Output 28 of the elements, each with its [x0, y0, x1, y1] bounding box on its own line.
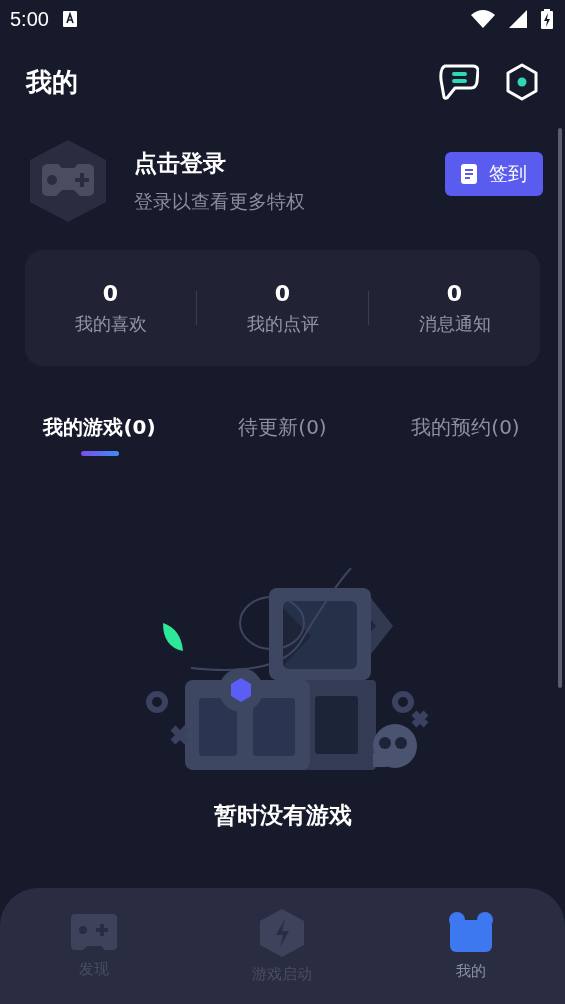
tab[interactable]: 我的预约(0): [411, 414, 520, 441]
avatar-icon: [30, 140, 106, 222]
settings-icon[interactable]: [505, 63, 539, 101]
status-time: 5:00: [10, 7, 49, 31]
wifi-icon: [471, 10, 495, 28]
message-icon[interactable]: [439, 64, 479, 100]
keyboard-icon: [62, 11, 77, 27]
tab-indicator: [80, 451, 119, 456]
tab[interactable]: 待更新(0): [238, 414, 327, 441]
signal-icon: [509, 10, 527, 28]
document-icon: [461, 164, 477, 184]
nav-item[interactable]: 我的: [376, 888, 565, 1004]
stat-value[interactable]: 0: [446, 280, 463, 306]
battery-icon: [541, 9, 553, 29]
lightning-icon: [260, 908, 305, 957]
page-title: 我的: [26, 65, 78, 99]
stat-value[interactable]: 0: [274, 280, 291, 306]
checkin-button[interactable]: 签到: [445, 152, 543, 196]
empty-message: 暂时没有游戏: [212, 801, 353, 830]
stat-label[interactable]: 我的点评: [246, 311, 319, 336]
stat-label[interactable]: 我的喜欢: [74, 311, 147, 336]
login-subtitle: 登录以查看更多特权: [134, 188, 305, 214]
login-prompt[interactable]: 点击登录: [134, 147, 305, 179]
gamepad-icon: [71, 913, 118, 952]
stat-label[interactable]: 消息通知: [418, 311, 491, 336]
tab[interactable]: 我的游戏(0): [43, 414, 156, 441]
stat-value[interactable]: 0: [102, 280, 119, 306]
profile-icon: [447, 911, 494, 954]
